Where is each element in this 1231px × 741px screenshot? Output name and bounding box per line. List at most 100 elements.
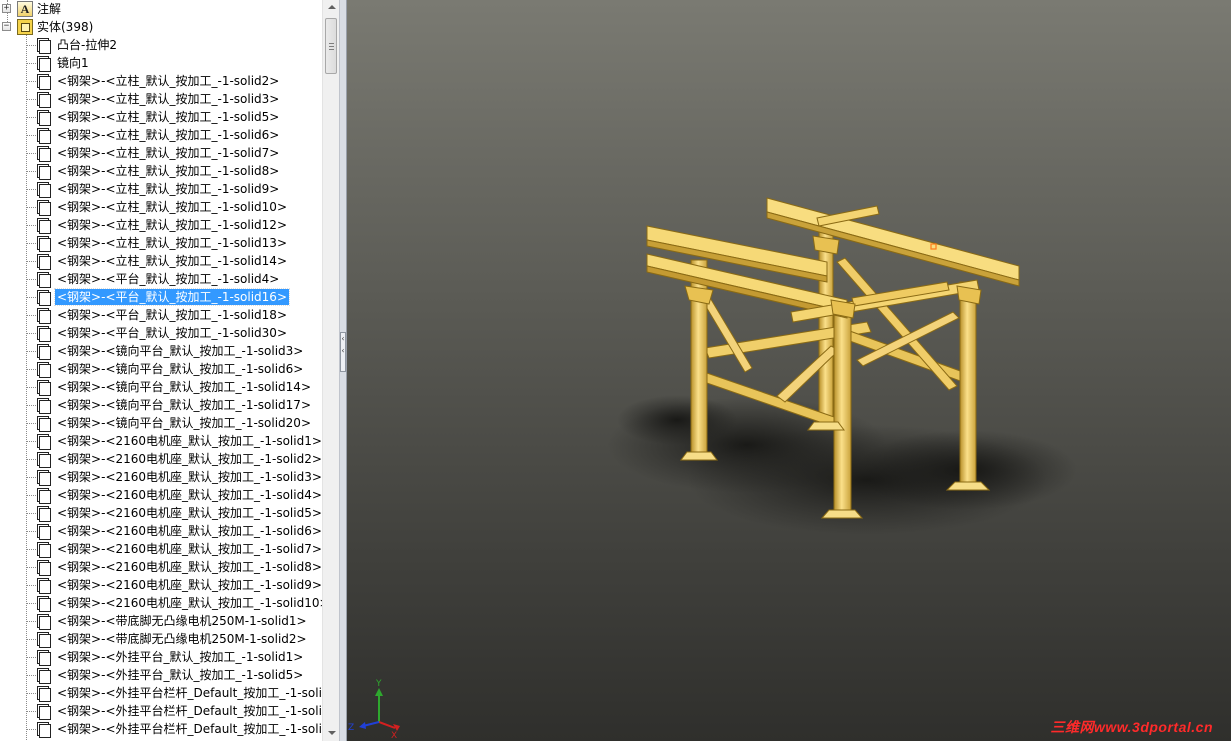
solid-body-icon <box>36 595 52 612</box>
tree-node-label: <钢架>-<平台_默认_按加工_-1-solid30> <box>57 326 287 340</box>
tree-guide-line <box>27 369 36 370</box>
tree-node-solid-body[interactable]: <钢架>-<外挂平台栏杆_Default_按加工_-1-solid <box>0 720 322 738</box>
tree-node-label: <钢架>-<立柱_默认_按加工_-1-solid3> <box>57 92 280 106</box>
collapse-panel-handle[interactable]: ‹ ‹ <box>340 332 346 372</box>
tree-node-label: <钢架>-<外挂平台栏杆_Default_按加工_-1-solid <box>57 722 322 736</box>
tree-node-solid-body[interactable]: <钢架>-<外挂平台栏杆_Default_按加工_-1-solid <box>0 684 322 702</box>
triad-x-label: X <box>391 731 397 741</box>
expand-icon[interactable]: + <box>2 4 11 13</box>
tree-node-solid-body[interactable]: <钢架>-<2160电机座_默认_按加工_-1-solid1> <box>0 432 322 450</box>
scroll-thumb[interactable] <box>325 18 337 74</box>
tree-node-label: <钢架>-<立柱_默认_按加工_-1-solid14> <box>57 254 287 268</box>
tree-node-solid-body[interactable]: <钢架>-<2160电机座_默认_按加工_-1-solid3> <box>0 468 322 486</box>
tree-node-solid-body[interactable]: <钢架>-<带底脚无凸缘电机250M-1-solid1> <box>0 612 322 630</box>
tree-node-solid-body[interactable]: <钢架>-<立柱_默认_按加工_-1-solid12> <box>0 216 322 234</box>
tree-node-label: <钢架>-<外挂平台栏杆_Default_按加工_-1-solid <box>57 704 322 718</box>
solid-body-icon <box>36 343 52 360</box>
tree-node-label: <钢架>-<平台_默认_按加工_-1-solid18> <box>57 308 287 322</box>
tree-guide-line <box>27 171 36 172</box>
tree-guide-line <box>27 513 36 514</box>
tree-node-label: 实体(398) <box>37 20 94 34</box>
tree-node-label: <钢架>-<2160电机座_默认_按加工_-1-solid9> <box>57 578 322 592</box>
tree-scrollbar[interactable] <box>322 0 339 741</box>
tree-node-solid-bodies[interactable]: − 实体(398) <box>0 18 322 36</box>
tree-node-solid-body[interactable]: <钢架>-<外挂平台_默认_按加工_-1-solid5> <box>0 666 322 684</box>
solid-body-icon <box>36 361 52 378</box>
tree-node-label: <钢架>-<带底脚无凸缘电机250M-1-solid2> <box>57 632 307 646</box>
tree-node-label: <钢架>-<立柱_默认_按加工_-1-solid7> <box>57 146 280 160</box>
solid-body-icon <box>36 181 52 198</box>
tree-node-solid-body[interactable]: <钢架>-<立柱_默认_按加工_-1-solid13> <box>0 234 322 252</box>
tree-node-solid-body[interactable]: <钢架>-<镜向平台_默认_按加工_-1-solid6> <box>0 360 322 378</box>
tree-node-solid-body[interactable]: <钢架>-<镜向平台_默认_按加工_-1-solid17> <box>0 396 322 414</box>
tree-guide-line <box>27 297 36 298</box>
solid-body-icon <box>36 325 52 342</box>
tree-node-solid-body[interactable]: <钢架>-<2160电机座_默认_按加工_-1-solid6> <box>0 522 322 540</box>
solid-body-icon <box>36 55 52 72</box>
tree-guide-line <box>27 189 36 190</box>
tree-node-solid-body[interactable]: <钢架>-<平台_默认_按加工_-1-solid30> <box>0 324 322 342</box>
tree-node-solid-body[interactable]: <钢架>-<外挂平台_默认_按加工_-1-solid1> <box>0 648 322 666</box>
tree-guide-line <box>27 153 36 154</box>
tree-node-solid-body[interactable]: <钢架>-<2160电机座_默认_按加工_-1-solid10> <box>0 594 322 612</box>
tree-node-solid-body[interactable]: <钢架>-<平台_默认_按加工_-1-solid4> <box>0 270 322 288</box>
tree-guide-line <box>27 225 36 226</box>
tree-node-solid-body[interactable]: <钢架>-<2160电机座_默认_按加工_-1-solid8> <box>0 558 322 576</box>
tree-node-solid-body[interactable]: <钢架>-<立柱_默认_按加工_-1-solid14> <box>0 252 322 270</box>
tree-node-solid-body[interactable]: <钢架>-<2160电机座_默认_按加工_-1-solid5> <box>0 504 322 522</box>
tree-node-solid-body[interactable]: <钢架>-<立柱_默认_按加工_-1-solid7> <box>0 144 322 162</box>
tree-node-solid-body[interactable]: <钢架>-<立柱_默认_按加工_-1-solid9> <box>0 180 322 198</box>
column-front-right <box>833 309 852 515</box>
tree-node-solid-body[interactable]: <钢架>-<镜向平台_默认_按加工_-1-solid3> <box>0 342 322 360</box>
solid-body-icon <box>36 37 52 54</box>
tree-node-solid-body[interactable]: <钢架>-<立柱_默认_按加工_-1-solid10> <box>0 198 322 216</box>
graphics-viewport[interactable]: Y X Z 三维网www.3dportal.cn <box>347 0 1231 741</box>
tree-node-solid-body[interactable]: <钢架>-<2160电机座_默认_按加工_-1-solid2> <box>0 450 322 468</box>
tree-node-solid-body[interactable]: <钢架>-<立柱_默认_按加工_-1-solid6> <box>0 126 322 144</box>
tree-guide-line <box>27 333 36 334</box>
solid-body-icon <box>36 127 52 144</box>
panel-splitter[interactable]: ‹ ‹ <box>339 0 347 741</box>
solid-body-icon <box>36 451 52 468</box>
tree-node-label: <钢架>-<2160电机座_默认_按加工_-1-solid3> <box>57 470 322 484</box>
tree-node-annotations[interactable]: + A 注解 <box>0 0 322 18</box>
tree-node-solid-body[interactable]: 凸台-拉伸2 <box>0 36 322 54</box>
tree-node-solid-body[interactable]: <钢架>-<立柱_默认_按加工_-1-solid5> <box>0 108 322 126</box>
tree-node-solid-body[interactable]: <钢架>-<立柱_默认_按加工_-1-solid3> <box>0 90 322 108</box>
solid-body-icon <box>36 631 52 648</box>
solid-body-icon <box>36 469 52 486</box>
tree-node-solid-body[interactable]: <钢架>-<外挂平台栏杆_Default_按加工_-1-solid <box>0 702 322 720</box>
tree-node-solid-body[interactable]: <钢架>-<平台_默认_按加工_-1-solid16> <box>0 288 322 306</box>
column-base <box>945 481 991 491</box>
tree-guide-line <box>27 657 36 658</box>
tree-guide-line <box>27 495 36 496</box>
annotations-icon: A <box>17 1 33 17</box>
tree-node-label: <钢架>-<2160电机座_默认_按加工_-1-solid6> <box>57 524 322 538</box>
tree-node-label: <钢架>-<外挂平台栏杆_Default_按加工_-1-solid <box>57 686 322 700</box>
solid-body-icon <box>36 613 52 630</box>
solid-body-icon <box>36 523 52 540</box>
tree-node-solid-body[interactable]: <钢架>-<2160电机座_默认_按加工_-1-solid9> <box>0 576 322 594</box>
tree-node-solid-body[interactable]: <钢架>-<2160电机座_默认_按加工_-1-solid4> <box>0 486 322 504</box>
scroll-down-button[interactable] <box>324 725 339 741</box>
solid-body-icon <box>36 433 52 450</box>
tree-node-solid-body[interactable]: <钢架>-<镜向平台_默认_按加工_-1-solid14> <box>0 378 322 396</box>
tree-node-solid-body[interactable]: <钢架>-<立柱_默认_按加工_-1-solid2> <box>0 72 322 90</box>
tree-node-label: <钢架>-<2160电机座_默认_按加工_-1-solid8> <box>57 560 322 574</box>
solid-body-icon <box>36 505 52 522</box>
tree-node-solid-body[interactable]: <钢架>-<立柱_默认_按加工_-1-solid8> <box>0 162 322 180</box>
tree-node-label: 镜向1 <box>57 56 89 70</box>
tree-node-solid-body[interactable]: <钢架>-<带底脚无凸缘电机250M-1-solid2> <box>0 630 322 648</box>
tree-guide-line <box>27 207 36 208</box>
tree-node-label: <钢架>-<立柱_默认_按加工_-1-solid6> <box>57 128 280 142</box>
column-base <box>820 509 864 519</box>
tree-node-label: <钢架>-<镜向平台_默认_按加工_-1-solid14> <box>57 380 311 394</box>
tree-node-label: <钢架>-<镜向平台_默认_按加工_-1-solid20> <box>57 416 311 430</box>
tree-node-solid-body[interactable]: <钢架>-<镜向平台_默认_按加工_-1-solid20> <box>0 414 322 432</box>
tree-node-solid-body[interactable]: <钢架>-<平台_默认_按加工_-1-solid18> <box>0 306 322 324</box>
tree-node-solid-body[interactable]: 镜向1 <box>0 54 322 72</box>
collapse-icon[interactable]: − <box>2 22 11 31</box>
tree-guide-line <box>27 405 36 406</box>
scroll-up-button[interactable] <box>324 0 339 16</box>
tree-node-solid-body[interactable]: <钢架>-<2160电机座_默认_按加工_-1-solid7> <box>0 540 322 558</box>
